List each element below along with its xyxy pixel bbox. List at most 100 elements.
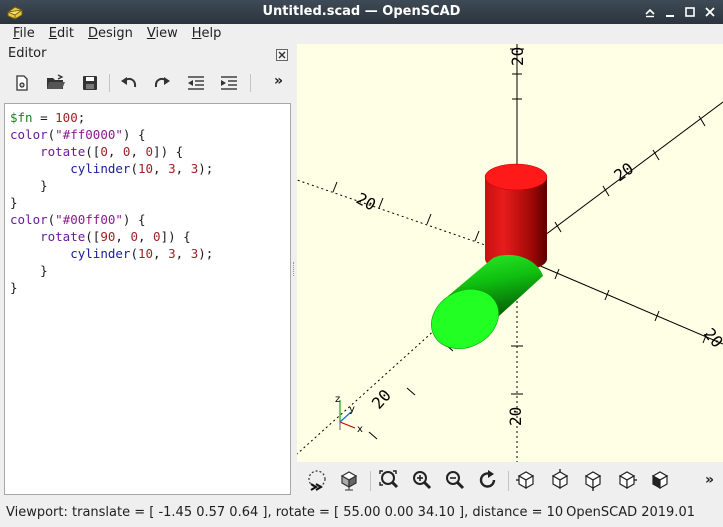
axis-label-y-pos: 20 xyxy=(610,159,637,186)
unindent-icon[interactable] xyxy=(184,71,208,95)
close-window-icon[interactable] xyxy=(701,2,719,22)
gizmo-label-x: x xyxy=(357,424,363,435)
red-cylinder xyxy=(484,163,548,271)
render-icon[interactable] xyxy=(337,468,361,492)
code-token: 0 xyxy=(153,229,161,244)
code-line[interactable]: color("#ff0000") { xyxy=(10,126,290,143)
window-title: Untitled.scad — OpenSCAD xyxy=(262,4,461,19)
view-bottom-icon[interactable] xyxy=(581,468,605,492)
view-toolbar-separator xyxy=(508,471,509,491)
code-token: 3 xyxy=(168,246,176,261)
open-file-icon[interactable] xyxy=(44,71,68,95)
view-front-icon[interactable] xyxy=(648,468,672,492)
menu-view[interactable]: View xyxy=(140,24,185,44)
shade-window-icon[interactable] xyxy=(641,2,659,22)
code-line[interactable]: } xyxy=(10,279,290,296)
code-line[interactable]: cylinder(10, 3, 3); xyxy=(10,160,290,177)
3d-viewport[interactable]: 20 20 20 20 20 20 z y x xyxy=(297,44,723,462)
code-line[interactable]: } xyxy=(10,177,290,194)
toolbar-separator xyxy=(250,74,251,92)
title-bar: Untitled.scad — OpenSCAD xyxy=(0,0,723,24)
code-token: $fn xyxy=(10,110,33,125)
view-all-icon[interactable] xyxy=(377,468,401,492)
code-line[interactable]: } xyxy=(10,262,290,279)
axis-label-z-bottom: 20 xyxy=(506,407,525,426)
code-line[interactable]: } xyxy=(10,194,290,211)
status-bar: Viewport: translate = [ -1.45 0.57 0.64 … xyxy=(0,501,723,527)
toolbar-overflow-button[interactable]: » xyxy=(274,73,283,89)
code-token: 0 xyxy=(130,229,138,244)
editor-toolbar: » xyxy=(6,68,294,98)
view-top-icon[interactable] xyxy=(548,468,572,492)
version-label: OpenSCAD 2019.01 xyxy=(564,505,695,520)
code-line[interactable]: cylinder(10, 3, 3); xyxy=(10,245,290,262)
code-token: "#00ff00" xyxy=(55,212,123,227)
green-cylinder xyxy=(431,254,543,349)
code-token: , xyxy=(115,229,131,244)
splitter-grip xyxy=(293,262,296,276)
maximize-window-icon[interactable] xyxy=(681,2,699,22)
indent-icon[interactable] xyxy=(217,71,241,95)
preview-icon[interactable] xyxy=(305,468,329,492)
code-editor[interactable]: $fn = 100; color("#ff0000") { rotate([0, … xyxy=(4,103,291,495)
code-token: ; xyxy=(77,110,86,125)
menu-design[interactable]: Design xyxy=(81,24,140,44)
save-icon[interactable] xyxy=(78,71,102,95)
code-token: ) { xyxy=(122,212,146,227)
code-line[interactable]: color("#00ff00") { xyxy=(10,211,290,228)
axes-gizmo: z y x xyxy=(335,394,363,435)
code-line[interactable]: $fn = 100; xyxy=(10,109,290,126)
editor-panel: Editor » $fn = 100; color("#ff0000") { ro… xyxy=(0,44,296,499)
redo-icon[interactable] xyxy=(150,71,174,95)
code-token: 100 xyxy=(55,110,78,125)
code-token: 10 xyxy=(137,246,154,261)
code-token: 10 xyxy=(137,161,154,176)
code-token: , xyxy=(175,246,191,261)
viewport-status-text: Viewport: translate = [ -1.45 0.57 0.64 … xyxy=(6,505,566,520)
menu-file[interactable]: File xyxy=(6,24,42,44)
code-token: 0 xyxy=(145,144,154,159)
code-line[interactable]: rotate([0, 0, 0]) { xyxy=(10,143,290,160)
close-panel-icon[interactable] xyxy=(276,49,288,61)
code-token: 0 xyxy=(100,144,108,159)
viewport-scene: 20 20 20 20 20 20 z y x xyxy=(297,44,723,462)
code-token: = xyxy=(32,110,56,125)
menu-edit[interactable]: Edit xyxy=(42,24,81,44)
code-token: cylinder xyxy=(70,246,131,261)
axis-label-z-top: 20 xyxy=(508,47,527,66)
code-token: ); xyxy=(198,246,214,261)
code-token: color xyxy=(10,127,48,142)
code-token: ]) { xyxy=(153,144,184,159)
code-token: 3 xyxy=(168,161,176,176)
code-token: ]) { xyxy=(160,229,191,244)
minimize-window-icon[interactable] xyxy=(661,2,679,22)
code-line[interactable]: rotate([90, 0, 0]) { xyxy=(10,228,290,245)
view-toolbar-separator xyxy=(370,471,371,491)
code-token: ( xyxy=(130,161,138,176)
undo-icon[interactable] xyxy=(117,71,141,95)
editor-title: Editor xyxy=(8,46,47,61)
code-token: ); xyxy=(198,161,214,176)
menu-help[interactable]: Help xyxy=(185,24,229,44)
reset-view-icon[interactable] xyxy=(476,468,500,492)
code-token: , xyxy=(137,229,154,244)
view-right-icon[interactable] xyxy=(514,468,538,492)
gizmo-label-y: y xyxy=(349,404,355,415)
view-left-icon[interactable] xyxy=(615,468,639,492)
code-token: } xyxy=(10,280,18,295)
code-token: } xyxy=(10,178,48,193)
code-token: , xyxy=(107,144,123,159)
axis-label-y-neg: 20 xyxy=(353,189,379,215)
code-token: , xyxy=(130,144,146,159)
code-token: 90 xyxy=(100,229,116,244)
axis-label-x-pos: 20 xyxy=(700,324,723,351)
zoom-out-icon[interactable] xyxy=(443,468,467,492)
new-file-icon[interactable] xyxy=(10,71,34,95)
code-token: } xyxy=(10,195,18,210)
zoom-in-icon[interactable] xyxy=(410,468,434,492)
code-token: , xyxy=(153,161,169,176)
view-toolbar-overflow-button[interactable]: » xyxy=(705,472,714,488)
code-token: "#ff0000" xyxy=(55,127,123,142)
